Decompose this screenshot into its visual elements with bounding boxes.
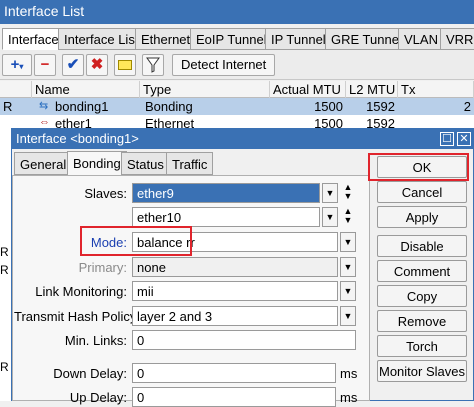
table-row[interactable]: R ⇆ bonding1 Bonding 1500 1592 2 (0, 98, 474, 115)
chevron-down-icon[interactable]: ▼ (340, 257, 356, 277)
hash-policy-label: Transmit Hash Policy: (14, 309, 140, 324)
primary-label: Primary: (78, 260, 127, 275)
minus-icon[interactable]: − (34, 54, 56, 76)
row-l2-mtu: 1592 (366, 99, 395, 114)
link-monitoring-label: Link Monitoring: (35, 284, 127, 299)
row-name: bonding1 (55, 99, 109, 114)
primary-select[interactable]: none (132, 257, 338, 277)
monitor-slaves-button[interactable]: Monitor Slaves (377, 360, 467, 382)
table-header: Name Type Actual MTU L2 MTU Tx (0, 81, 474, 98)
tab-bonding[interactable]: Bonding (67, 151, 127, 176)
slave-select-2[interactable]: ether10 (132, 207, 320, 227)
tab-vrrp[interactable]: VRRP (440, 28, 474, 50)
maximize-icon[interactable]: ☐ (440, 132, 454, 146)
apply-button[interactable]: Apply (377, 206, 467, 228)
tab-status[interactable]: Status (121, 152, 170, 175)
ok-highlight (368, 153, 469, 181)
col-l2-mtu[interactable]: L2 MTU (346, 81, 398, 98)
dialog-title: Interface <bonding1> (16, 131, 139, 146)
tab-bar: Interface Interface List Ethernet EoIP T… (0, 28, 474, 50)
note-icon[interactable] (114, 54, 136, 76)
down-delay-unit: ms (340, 366, 358, 381)
tab-interface-list[interactable]: Interface List (58, 28, 145, 50)
chevron-down-icon[interactable]: ▼ (322, 207, 338, 227)
slave-select-1[interactable]: ether9 (132, 183, 320, 203)
chevron-down-icon[interactable]: ▼ (340, 281, 356, 301)
col-name[interactable]: Name (32, 81, 140, 98)
tab-vlan[interactable]: VLAN (398, 28, 444, 50)
close-icon[interactable]: ✕ (457, 132, 471, 146)
down-delay-label: Down Delay: (53, 366, 127, 381)
tab-general[interactable]: General (14, 152, 73, 175)
col-flag[interactable] (0, 81, 32, 98)
dialog-titlebar: Interface <bonding1> ☐ ✕ (12, 129, 474, 149)
chevron-down-icon[interactable]: ▼ (340, 232, 356, 252)
chevron-down-icon[interactable]: ▼ (340, 306, 356, 326)
plus-icon[interactable]: +▾ (2, 54, 32, 76)
detect-internet-button[interactable]: Detect Internet (172, 54, 276, 76)
up-delay-input[interactable]: 0 (132, 387, 336, 407)
up-delay-label: Up Delay: (69, 390, 127, 405)
row-flag: R (0, 360, 9, 374)
hash-policy-select[interactable]: layer 2 and 3 (132, 306, 338, 326)
slaves-label: Slaves: (84, 186, 127, 201)
min-links-input[interactable]: 0 (132, 330, 356, 350)
toolbar: +▾ − ✔ ✖ Detect Internet (0, 50, 474, 80)
tab-interface[interactable]: Interface (2, 28, 65, 50)
window-title: Interface List (0, 0, 474, 24)
updown-arrows-icon[interactable]: ▲ ▼ (342, 183, 354, 203)
comment-button[interactable]: Comment (377, 260, 467, 282)
tab-gre-tunnel[interactable]: GRE Tunnel (325, 28, 408, 50)
row-flag: R (3, 99, 13, 114)
remove-button[interactable]: Remove (377, 310, 467, 332)
cancel-button[interactable]: Cancel (377, 181, 467, 203)
tab-traffic[interactable]: Traffic (166, 152, 214, 175)
torch-button[interactable]: Torch (377, 335, 467, 357)
cross-icon[interactable]: ✖ (86, 54, 108, 76)
col-actual-mtu[interactable]: Actual MTU (270, 81, 346, 98)
check-icon[interactable]: ✔ (62, 54, 84, 76)
tab-eoip-tunnel[interactable]: EoIP Tunnel (190, 28, 273, 50)
row-tx: 2 (463, 99, 471, 114)
up-delay-unit: ms (340, 390, 358, 405)
filter-icon[interactable] (142, 54, 164, 76)
row-actual-mtu: 1500 (314, 99, 343, 114)
disable-button[interactable]: Disable (377, 235, 467, 257)
min-links-label: Min. Links: (64, 333, 127, 348)
copy-button[interactable]: Copy (377, 285, 467, 307)
col-type[interactable]: Type (140, 81, 270, 98)
row-flag: R (0, 263, 9, 277)
col-tx[interactable]: Tx (398, 81, 474, 98)
updown-arrows-icon[interactable]: ▲ ▼ (342, 207, 354, 227)
tab-ethernet[interactable]: Ethernet (135, 28, 197, 50)
down-delay-input[interactable]: 0 (132, 363, 336, 383)
mode-highlight (80, 226, 192, 256)
row-type: Bonding (145, 99, 193, 114)
row-flag: R (0, 245, 9, 259)
tab-ip-tunnel[interactable]: IP Tunnel (265, 28, 332, 50)
link-monitoring-select[interactable]: mii (132, 281, 338, 301)
chevron-down-icon[interactable]: ▼ (322, 183, 338, 203)
